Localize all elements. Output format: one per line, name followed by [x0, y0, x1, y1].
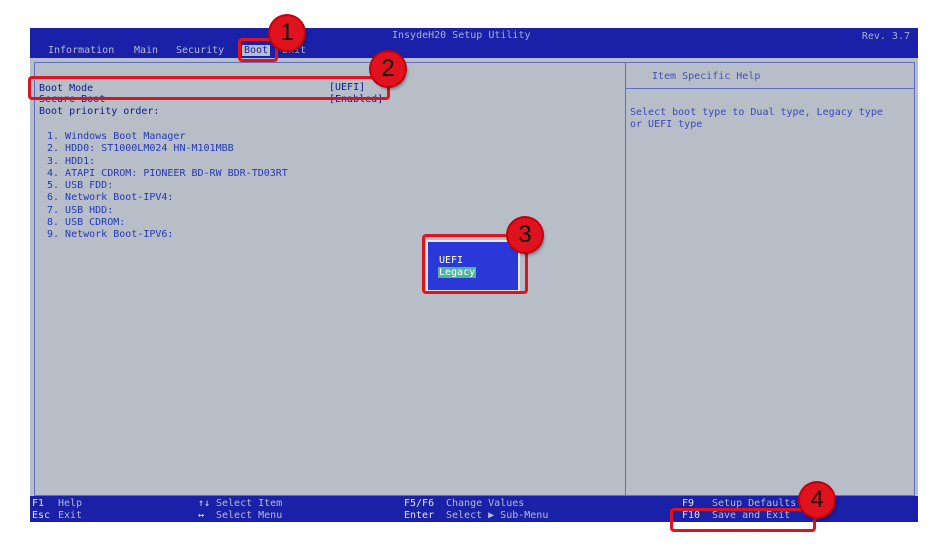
revision-label: Rev. 3.7: [861, 31, 910, 42]
menu-item-security[interactable]: Security: [174, 45, 226, 56]
up-down-arrows-icon: ↑↓: [198, 498, 211, 509]
boot-priority-item[interactable]: 8. USB CDROM:: [47, 217, 125, 228]
options-panel: Boot Mode [UEFI] Secure Boot [Enabled] B…: [34, 62, 626, 496]
boot-priority-item[interactable]: 6. Network Boot-IPV4:: [47, 192, 173, 203]
popup-option-uefi[interactable]: UEFI: [438, 255, 464, 266]
boot-mode-value[interactable]: [UEFI]: [329, 82, 365, 93]
boot-mode-label[interactable]: Boot Mode: [39, 83, 93, 94]
secure-boot-label[interactable]: Secure Boot: [39, 94, 105, 105]
popup-option-legacy[interactable]: Legacy: [438, 267, 477, 278]
f5f6-desc: Change Values: [446, 498, 525, 509]
boot-priority-item[interactable]: 4. ATAPI CDROM: PIONEER BD-RW BDR-TD03RT: [47, 168, 288, 179]
menu-bar: Information Main Security Boot Exit: [30, 44, 918, 58]
boot-priority-item[interactable]: 5. USB FDD:: [47, 180, 113, 191]
menu-item-information[interactable]: Information: [46, 45, 116, 56]
help-title: Item Specific Help: [652, 71, 761, 82]
bios-screen: InsydeH20 Setup Utility Rev. 3.7 Informa…: [30, 28, 918, 522]
utility-title: InsydeH20 Setup Utility: [392, 30, 531, 41]
help-divider: [626, 88, 914, 89]
key-legend: F1 Help Esc Exit ↑↓ Select Item ↔ Select…: [30, 496, 918, 522]
f9-key: F9: [682, 498, 695, 509]
updown-desc: Select Item: [216, 498, 283, 509]
f5f6-key: F5/F6: [404, 498, 435, 509]
f1-desc: Help: [58, 498, 83, 509]
boot-priority-item[interactable]: 1. Windows Boot Manager: [47, 131, 185, 142]
enter-desc: Select ▶ Sub-Menu: [446, 510, 549, 521]
boot-priority-item[interactable]: 2. HDD0: ST1000LM024 HN-M101MBB: [47, 143, 234, 154]
esc-key: Esc: [32, 510, 51, 521]
step-badge-2: 2: [371, 52, 405, 86]
esc-desc: Exit: [58, 510, 83, 521]
boot-priority-item[interactable]: 9. Network Boot-IPV6:: [47, 229, 173, 240]
leftright-desc: Select Menu: [216, 510, 283, 521]
title-bar: InsydeH20 Setup Utility Rev. 3.7: [30, 28, 918, 44]
left-right-arrows-icon: ↔: [198, 510, 205, 521]
step-badge-1: 1: [270, 16, 304, 50]
secure-boot-value[interactable]: [Enabled]: [329, 94, 383, 105]
step-badge-4: 4: [800, 483, 834, 517]
menu-item-boot[interactable]: Boot: [242, 45, 271, 56]
menu-item-main[interactable]: Main: [132, 45, 160, 56]
boot-mode-popup: UEFI Legacy: [426, 240, 520, 292]
f9-desc: Setup Defaults: [712, 498, 797, 509]
step-badge-3: 3: [508, 218, 542, 252]
help-text: Select boot type to Dual type, Legacy ty…: [630, 107, 883, 130]
f1-key: F1: [32, 498, 45, 509]
boot-priority-item[interactable]: 3. HDD1:: [47, 156, 95, 167]
enter-key: Enter: [404, 510, 435, 521]
f10-key: F10: [682, 510, 701, 521]
f10-desc: Save and Exit: [712, 510, 791, 521]
help-panel: Item Specific Help Select boot type to D…: [625, 62, 915, 496]
boot-priority-heading: Boot priority order:: [39, 106, 160, 117]
boot-priority-item[interactable]: 7. USB HDD:: [47, 205, 113, 216]
